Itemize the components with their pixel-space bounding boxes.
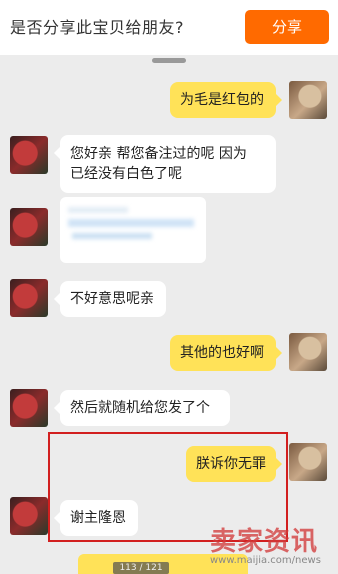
watermark-url: www.maijia.com/news <box>210 555 321 566</box>
share-button[interactable]: 分享 <box>245 10 329 44</box>
message-text: 您好亲 帮您备注过的呢 因为 <box>70 146 247 162</box>
seller-avatar[interactable] <box>10 389 48 427</box>
message-text: 其他的也好啊 <box>180 345 264 361</box>
seller-avatar[interactable] <box>10 136 48 174</box>
watermark-logo: 卖家资讯 <box>210 527 319 557</box>
product-card-message[interactable] <box>60 197 206 263</box>
chat-bubble-outgoing: 为毛是红包的 <box>170 82 282 118</box>
seller-avatar[interactable] <box>10 497 48 535</box>
card-blurred-line <box>72 233 152 239</box>
share-prompt: 是否分享此宝贝给朋友? <box>10 18 184 37</box>
card-blurred-line <box>68 207 128 213</box>
self-avatar[interactable] <box>289 81 327 119</box>
seller-avatar[interactable] <box>10 208 48 246</box>
drag-handle[interactable] <box>152 58 186 63</box>
share-bar: 是否分享此宝贝给朋友? 分享 <box>0 0 338 55</box>
chat-bubble-incoming: 然后就随机给您发了个 <box>54 390 230 426</box>
seller-avatar[interactable] <box>10 279 48 317</box>
chat-bubble-incoming: 不好意思呢亲 <box>54 281 166 317</box>
chat-bubble-incoming: 您好亲 帮您备注过的呢 因为 已经没有白色了呢 <box>54 135 276 193</box>
message-text: 为毛是红包的 <box>180 92 264 108</box>
page-indicator: 113 / 121 <box>113 562 169 574</box>
message-text: 已经没有白色了呢 <box>70 166 182 182</box>
card-blurred-line <box>68 219 194 227</box>
message-text: 然后就随机给您发了个 <box>70 400 210 416</box>
chat-bubble-outgoing: 其他的也好啊 <box>170 335 282 371</box>
message-text: 不好意思呢亲 <box>70 291 154 307</box>
self-avatar[interactable] <box>289 333 327 371</box>
self-avatar[interactable] <box>289 443 327 481</box>
